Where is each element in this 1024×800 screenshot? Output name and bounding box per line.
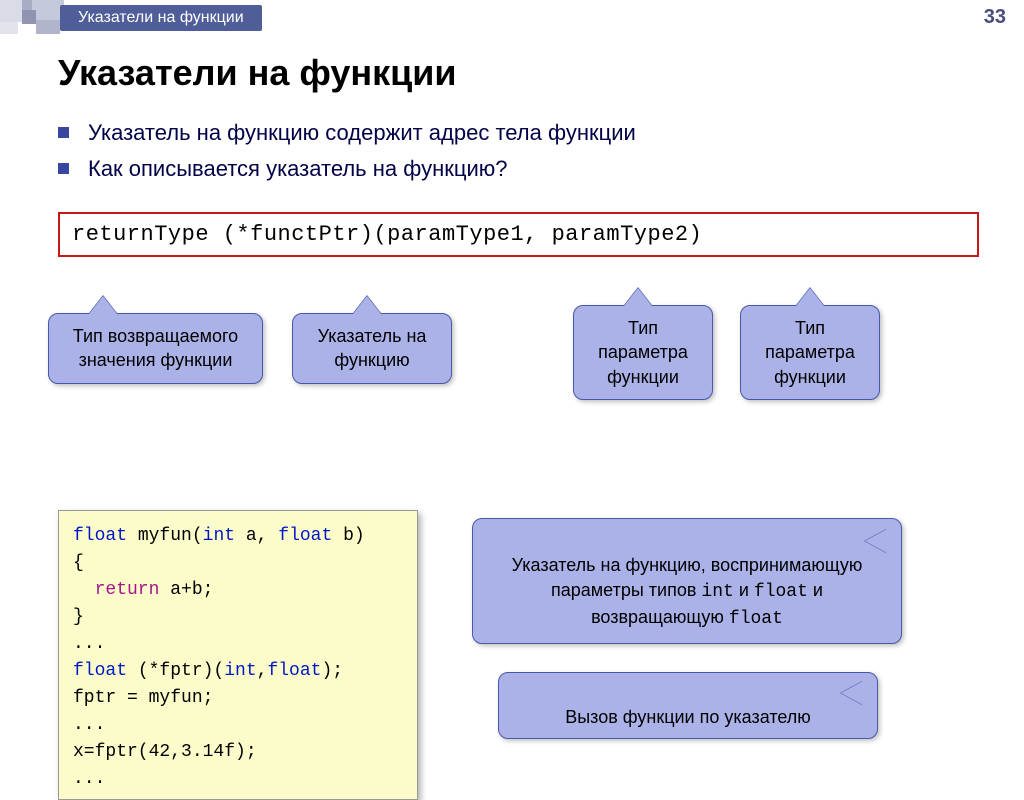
callout-function-call: Вызов функции по указателю (498, 672, 878, 739)
callout-label: Тип параметра функции (765, 318, 855, 387)
keyword: int (224, 661, 256, 681)
page-number: 33 (984, 6, 1006, 29)
callout-label: Тип возвращаемого значения функции (73, 326, 238, 370)
inline-code: int (701, 582, 733, 602)
code-text: } (73, 607, 84, 627)
bullet-item: Указатель на функцию содержит адрес тела… (58, 120, 979, 146)
code-example: float myfun(int a, float b) { return a+b… (58, 510, 418, 800)
inline-code: float (729, 609, 783, 629)
code-text: ... (73, 769, 105, 789)
callout-row: Тип возвращаемого значения функции Указа… (58, 263, 979, 423)
syntax-declaration-box: returnType (*functPtr)(paramType1, param… (58, 212, 979, 257)
page-title: Указатели на функции (58, 52, 979, 94)
code-text: fptr = myfun; (73, 688, 213, 708)
code-text: ); (321, 661, 343, 681)
code-text: a, (235, 526, 278, 546)
keyword: float (73, 526, 127, 546)
code-text: ... (73, 634, 105, 654)
callout-label: Указатель на функцию (318, 326, 427, 370)
slide-header: Указатели на функции 33 (0, 0, 1024, 34)
code-text: a+b; (159, 580, 213, 600)
code-text: { (73, 553, 84, 573)
keyword: int (203, 526, 235, 546)
bullet-item: Как описывается указатель на функцию? (58, 156, 979, 182)
callout-function-pointer: Указатель на функцию (292, 313, 452, 384)
breadcrumb-label: Указатели на функции (78, 9, 244, 27)
callout-label: Вызов функции по указателю (565, 707, 811, 727)
keyword: return (73, 580, 159, 600)
code-text: myfun( (127, 526, 203, 546)
callout-label: Тип параметра функции (598, 318, 688, 387)
code-text: ... (73, 715, 105, 735)
keyword: float (267, 661, 321, 681)
keyword: float (278, 526, 332, 546)
callout-return-type: Тип возвращаемого значения функции (48, 313, 263, 384)
callout-param2-type: Тип параметра функции (740, 305, 880, 400)
code-text: , (257, 661, 268, 681)
bullet-list: Указатель на функцию содержит адрес тела… (58, 120, 979, 182)
breadcrumb-title: Указатели на функции (60, 5, 262, 31)
content-area: Указатели на функции Указатель на функци… (0, 34, 1024, 423)
inline-code: float (754, 582, 808, 602)
callout-text: и (734, 580, 754, 600)
callout-fptr-description: Указатель на функцию, воспринимающую пар… (472, 518, 902, 644)
code-text: x=fptr(42,3.14f); (73, 742, 257, 762)
keyword: float (73, 661, 127, 681)
code-text: b) (332, 526, 364, 546)
code-text: (*fptr)( (127, 661, 224, 681)
callout-param1-type: Тип параметра функции (573, 305, 713, 400)
